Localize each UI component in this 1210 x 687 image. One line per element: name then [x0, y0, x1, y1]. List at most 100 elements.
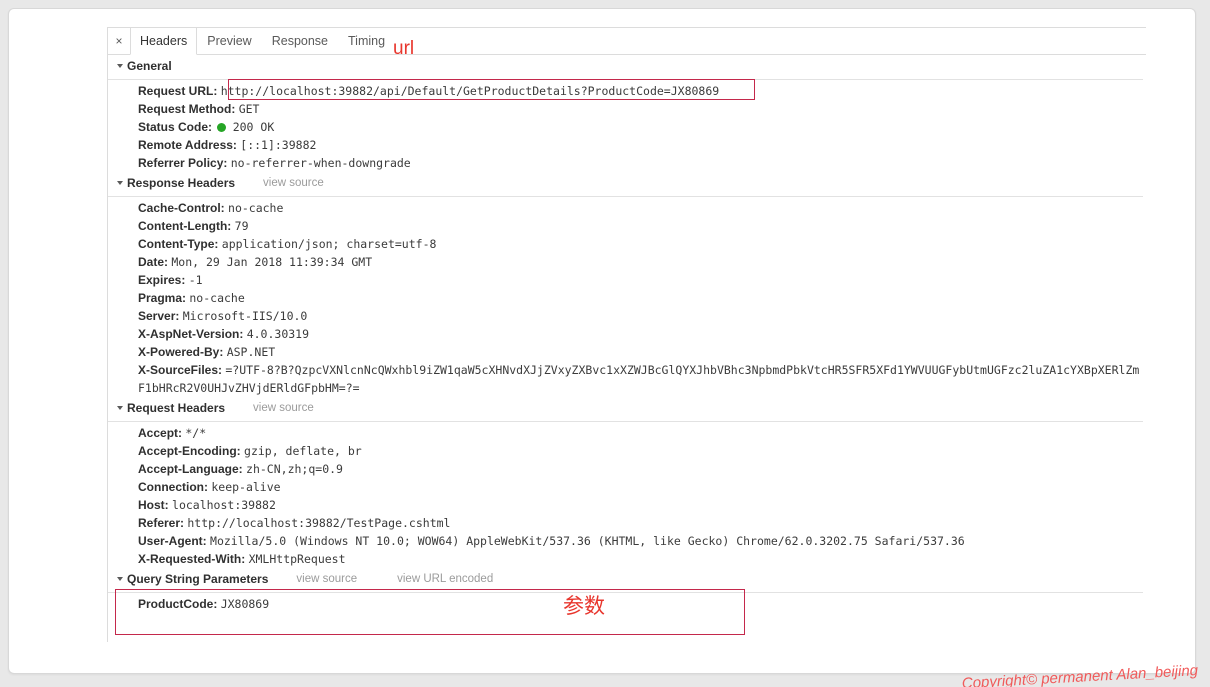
header-row: Cache-Control: no-cache	[138, 199, 1146, 217]
section-query-string-header[interactable]: Query String Parameters view source view…	[108, 568, 1146, 589]
header-value: Mozilla/5.0 (Windows NT 10.0; WOW64) App…	[210, 534, 965, 548]
header-row: Accept-Language: zh-CN,zh;q=0.9	[138, 460, 1146, 478]
header-value: JX80869	[220, 597, 270, 611]
header-row: Accept-Encoding: gzip, deflate, br	[138, 442, 1146, 460]
header-key: Accept-Encoding:	[138, 444, 241, 458]
header-row: Accept: */*	[138, 424, 1146, 442]
header-row: Request URL: http://localhost:39882/api/…	[138, 82, 1146, 100]
header-row: X-SourceFiles: =?UTF-8?B?QzpcVXNlcnNcQWx…	[138, 361, 1146, 397]
header-row: Referrer Policy: no-referrer-when-downgr…	[138, 154, 1146, 172]
header-value: localhost:39882	[172, 498, 276, 512]
header-value: XMLHttpRequest	[248, 552, 346, 566]
header-value: Mon, 29 Jan 2018 11:39:34 GMT	[171, 255, 373, 269]
header-value: GET	[238, 102, 260, 116]
divider	[108, 79, 1143, 80]
header-value: http://localhost:39882/TestPage.cshtml	[187, 516, 451, 530]
tab-response[interactable]: Response	[262, 28, 338, 54]
header-value: application/json; charset=utf-8	[221, 237, 437, 251]
header-key: Date:	[138, 255, 169, 269]
close-icon[interactable]: ×	[108, 28, 130, 54]
response-view-source-link[interactable]: view source	[263, 177, 324, 189]
header-row: Content-Type: application/json; charset=…	[138, 235, 1146, 253]
header-row: Referer: http://localhost:39882/TestPage…	[138, 514, 1146, 532]
header-key: Pragma:	[138, 291, 187, 305]
header-key: Referrer Policy:	[138, 156, 228, 170]
header-key: X-AspNet-Version:	[138, 327, 244, 341]
header-key: X-SourceFiles:	[138, 363, 223, 377]
screenshot-root: × Headers Preview Response Timing Genera…	[0, 0, 1210, 687]
general-rows: Request URL: http://localhost:39882/api/…	[108, 82, 1146, 172]
header-key: Content-Length:	[138, 219, 232, 233]
section-request-headers-header[interactable]: Request Headers view source	[108, 397, 1146, 418]
header-row: X-Requested-With: XMLHttpRequest	[138, 550, 1146, 568]
header-row: Connection: keep-alive	[138, 478, 1146, 496]
divider	[108, 421, 1143, 422]
status-ok-icon	[217, 123, 227, 132]
section-query-string-title: Query String Parameters	[127, 572, 269, 586]
tab-preview[interactable]: Preview	[197, 28, 261, 54]
tab-timing[interactable]: Timing	[338, 28, 395, 54]
header-value: 79	[234, 219, 249, 233]
tab-headers[interactable]: Headers	[130, 28, 198, 55]
header-row: Pragma: no-cache	[138, 289, 1146, 307]
section-response-headers-title: Response Headers	[127, 176, 236, 190]
query-string-rows: ProductCode: JX80869	[108, 595, 1146, 613]
header-row: Content-Length: 79	[138, 217, 1146, 235]
header-key: Request URL:	[138, 84, 218, 98]
header-row: ProductCode: JX80869	[138, 595, 1146, 613]
header-key: Connection:	[138, 480, 208, 494]
chevron-down-icon	[117, 406, 123, 410]
header-value: no-cache	[189, 291, 245, 305]
chevron-down-icon	[117, 64, 123, 68]
header-row: Remote Address: [::1]:39882	[138, 136, 1146, 154]
header-value: -1	[188, 273, 203, 287]
header-value: zh-CN,zh;q=0.9	[246, 462, 343, 476]
header-value: */*	[185, 426, 207, 440]
header-key: Request Method:	[138, 102, 236, 116]
header-row: Server: Microsoft-IIS/10.0	[138, 307, 1146, 325]
header-key: ProductCode:	[138, 597, 218, 611]
header-value: 200 OK	[232, 120, 275, 134]
devtools-tabbar: × Headers Preview Response Timing	[108, 28, 1146, 55]
header-value: 4.0.30319	[246, 327, 310, 341]
section-response-headers-header[interactable]: Response Headers view source	[108, 172, 1146, 193]
divider	[108, 196, 1143, 197]
header-key: Referer:	[138, 516, 185, 530]
header-row: User-Agent: Mozilla/5.0 (Windows NT 10.0…	[138, 532, 1146, 550]
request-view-source-link[interactable]: view source	[253, 402, 314, 414]
response-headers-rows: Cache-Control: no-cache Content-Length: …	[108, 199, 1146, 397]
header-value: keep-alive	[211, 480, 281, 494]
header-key: Server:	[138, 309, 180, 323]
chevron-down-icon	[117, 577, 123, 581]
divider	[108, 592, 1143, 593]
header-row: Status Code: 200 OK	[138, 118, 1146, 136]
header-value: Microsoft-IIS/10.0	[182, 309, 308, 323]
devtools-network-panel: × Headers Preview Response Timing Genera…	[107, 27, 1146, 642]
header-value: no-cache	[228, 201, 284, 215]
section-request-headers-title: Request Headers	[127, 401, 226, 415]
chevron-down-icon	[117, 181, 123, 185]
query-view-url-encoded-link[interactable]: view URL encoded	[397, 573, 493, 585]
header-value: http://localhost:39882/api/Default/GetPr…	[220, 84, 720, 98]
header-row: Expires: -1	[138, 271, 1146, 289]
header-key: Content-Type:	[138, 237, 219, 251]
header-key: Expires:	[138, 273, 186, 287]
header-key: X-Powered-By:	[138, 345, 224, 359]
annotation-params-label: 参数	[563, 595, 605, 618]
request-headers-rows: Accept: */* Accept-Encoding: gzip, defla…	[108, 424, 1146, 568]
header-row: Date: Mon, 29 Jan 2018 11:39:34 GMT	[138, 253, 1146, 271]
header-row: Request Method: GET	[138, 100, 1146, 118]
section-general-header[interactable]: General	[108, 55, 1146, 76]
header-value: ASP.NET	[226, 345, 276, 359]
header-key: Host:	[138, 498, 169, 512]
header-row: Host: localhost:39882	[138, 496, 1146, 514]
query-view-source-link[interactable]: view source	[296, 573, 357, 585]
header-value: =?UTF-8?B?QzpcVXNlcnNcQWxhbl9iZW1qaW5cXH…	[138, 363, 1140, 395]
header-key: X-Requested-With:	[138, 552, 246, 566]
header-key: Remote Address:	[138, 138, 237, 152]
header-value: gzip, deflate, br	[244, 444, 362, 458]
headers-content: General Request URL: http://localhost:39…	[108, 55, 1146, 613]
header-key: Cache-Control:	[138, 201, 225, 215]
section-general-title: General	[127, 59, 172, 73]
header-row: X-AspNet-Version: 4.0.30319	[138, 325, 1146, 343]
